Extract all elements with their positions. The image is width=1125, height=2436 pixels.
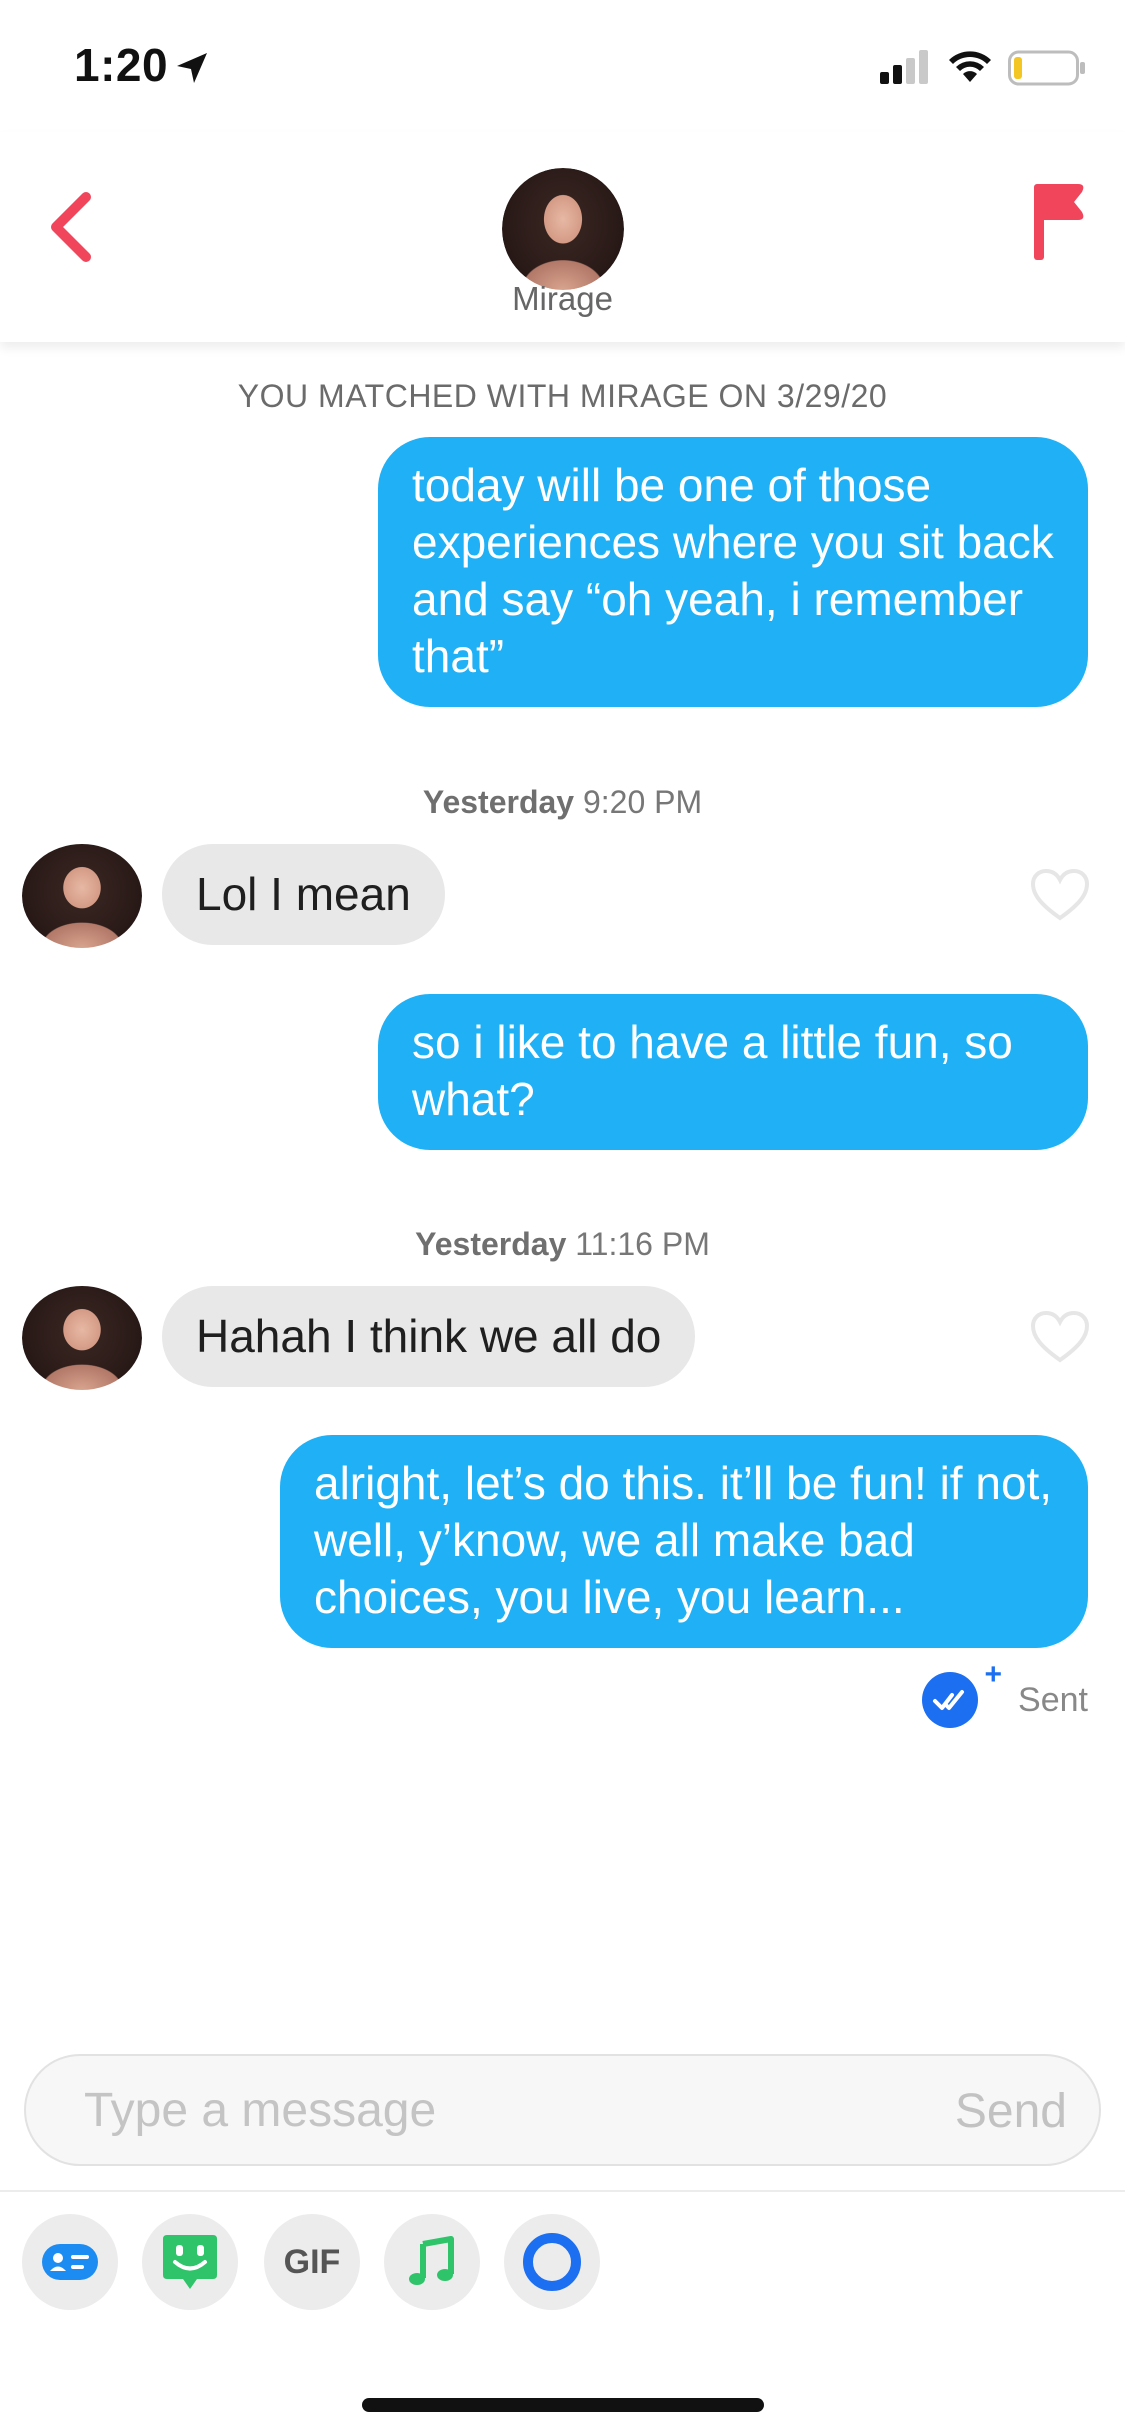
sent-label: Sent: [1018, 1680, 1088, 1719]
composer-toolbar: GIF: [0, 2214, 1125, 2314]
message-outgoing[interactable]: so i like to have a little fun, so what?: [378, 994, 1088, 1150]
header-avatar[interactable]: [502, 168, 624, 290]
message-incoming[interactable]: Hahah I think we all do: [162, 1286, 696, 1387]
timestamp-time: 11:16 PM: [575, 1226, 710, 1262]
match-banner: YOU MATCHED WITH MIRAGE ON 3/29/20: [237, 378, 888, 414]
sticker-button[interactable]: [142, 2214, 238, 2310]
message-incoming[interactable]: Lol I mean: [162, 844, 445, 945]
timestamp: Yesterday 9:20 PM: [0, 784, 1125, 821]
wifi-icon: [949, 51, 991, 82]
sent-status: + Sent: [922, 1658, 1088, 1728]
send-button[interactable]: Send: [955, 2084, 1067, 2139]
contact-card-button[interactable]: [22, 2214, 118, 2310]
gif-icon: GIF: [283, 2242, 341, 2281]
timestamp: Yesterday 11:16 PM: [0, 1226, 1125, 1263]
loading-ring-icon: [523, 2233, 581, 2291]
read-receipt-icon[interactable]: +: [922, 1658, 1002, 1728]
chat-header: Mirage: [0, 132, 1125, 342]
message-composer: Send: [24, 2054, 1101, 2166]
message-input[interactable]: [84, 2056, 844, 2164]
home-indicator: [362, 2398, 764, 2412]
message-outgoing[interactable]: today will be one of those experiences w…: [378, 437, 1088, 707]
timestamp-day: Yesterday: [422, 784, 575, 820]
timestamp-day: Yesterday: [415, 1226, 567, 1262]
status-bar: 1:20: [0, 0, 1125, 132]
sticker-icon: [163, 2235, 217, 2289]
sender-avatar[interactable]: [22, 1286, 142, 1390]
back-chevron-icon: [51, 192, 91, 262]
battery-icon: [1008, 50, 1085, 86]
match-name[interactable]: Mirage: [0, 280, 1125, 318]
plus-icon: +: [984, 1658, 1003, 1691]
back-button[interactable]: [36, 182, 106, 272]
report-flag-icon: [1034, 184, 1084, 260]
gif-button[interactable]: GIF: [264, 2214, 360, 2310]
loop-button[interactable]: [504, 2214, 600, 2310]
cellular-signal-icon: [880, 50, 928, 84]
message-outgoing[interactable]: alright, let’s do this. it’ll be fun! if…: [280, 1435, 1088, 1648]
timestamp-time: 9:20 PM: [582, 784, 703, 820]
like-heart-icon[interactable]: [1030, 1310, 1090, 1364]
divider: [0, 2190, 1125, 2192]
like-heart-icon[interactable]: [1030, 868, 1090, 922]
music-note-icon: [409, 2236, 454, 2285]
contact-card-icon: [42, 2244, 98, 2280]
location-arrow-icon: [177, 53, 207, 83]
sender-avatar[interactable]: [22, 844, 142, 948]
status-time: 1:20: [74, 39, 169, 91]
music-button[interactable]: [384, 2214, 480, 2310]
report-button[interactable]: [1024, 178, 1094, 268]
